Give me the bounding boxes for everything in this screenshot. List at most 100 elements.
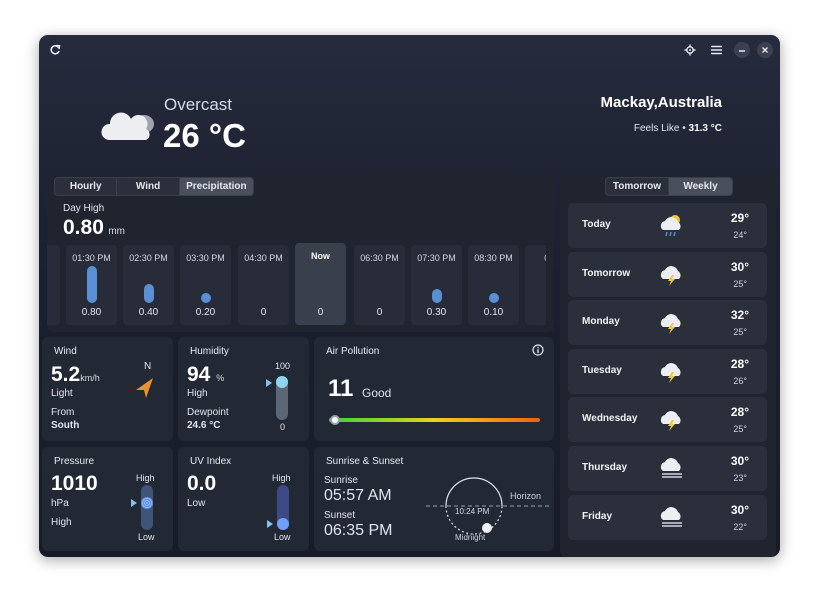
menu-button[interactable] <box>709 43 723 57</box>
location-name: Mackay,Australia <box>600 94 722 111</box>
forecast-tabs: Tomorrow Weekly <box>605 177 733 196</box>
forecast-high: 29° <box>730 211 749 225</box>
humidity-pointer-icon <box>266 379 272 387</box>
minimize-icon <box>739 50 745 52</box>
humidity-description: High <box>187 388 208 399</box>
hour-column: Now 0 <box>295 243 346 325</box>
hour-value: 0 <box>376 307 383 318</box>
wind-speed-unit: km/h <box>80 373 100 383</box>
dewpoint-value: 24.6 °C <box>187 420 221 431</box>
forecast-day-row[interactable]: Tuesday 28° 26° <box>568 349 767 394</box>
air-pollution-card: Air Pollution 11 Good <box>314 337 554 441</box>
forecast-day-name: Tomorrow <box>582 268 631 279</box>
uv-index-value: 0.0 <box>187 472 217 495</box>
precipitation-bar <box>86 266 97 303</box>
sunset-label: Sunset <box>324 510 356 521</box>
hour-column: 09: <box>525 245 546 325</box>
current-time-label: 10:24 PM <box>455 507 490 516</box>
hour-time: Now <box>311 251 330 261</box>
forecast-day-row[interactable]: Tomorrow 30° 25° <box>568 252 767 297</box>
feels-like-value: 31.3 °C <box>688 123 722 134</box>
pressure-gauge-knob <box>141 497 153 509</box>
tab-precipitation[interactable]: Precipitation <box>179 178 253 195</box>
forecast-day-name: Tuesday <box>582 365 622 376</box>
wind-title: Wind <box>54 346 77 357</box>
humidity-gauge-knob <box>276 376 288 388</box>
fog-cloud-icon <box>658 504 686 530</box>
humidity-number: 94 <box>187 363 211 386</box>
current-condition: Overcast <box>164 95 233 114</box>
forecast-day-row[interactable]: Friday 30° 22° <box>568 495 767 540</box>
pressure-unit: hPa <box>51 498 69 509</box>
forecast-day-row[interactable]: Monday 32° 25° <box>568 300 767 345</box>
forecast-day-name: Monday <box>582 316 620 327</box>
thunderstorm-icon <box>658 309 686 335</box>
uv-pointer-icon <box>267 520 273 528</box>
tab-hourly[interactable]: Hourly <box>55 178 118 195</box>
wind-speed-value: 5.2 <box>51 363 81 386</box>
current-temperature: 26 °C <box>163 117 246 154</box>
forecast-low: 25° <box>733 424 747 434</box>
tab-tomorrow[interactable]: Tomorrow <box>606 178 670 195</box>
thunderstorm-icon <box>658 261 686 287</box>
forecast-day-row[interactable]: Wednesday 28° 25° <box>568 397 767 442</box>
precipitation-bar <box>143 284 154 303</box>
wind-speed: 5.2km/h <box>51 363 100 387</box>
forecast-low: 22° <box>733 522 747 532</box>
hour-column: 04:30 PM 0 <box>238 245 289 325</box>
uv-scale-low: Low <box>274 532 291 542</box>
air-quality-indicator <box>330 415 340 425</box>
forecast-high: 28° <box>730 405 749 419</box>
forecast-low: 26° <box>733 376 747 386</box>
precipitation-bar <box>200 293 211 303</box>
thunderstorm-icon <box>658 406 686 432</box>
hour-column: 08:30 PM 0.10 <box>468 245 519 325</box>
tab-wind[interactable]: Wind <box>117 178 180 195</box>
hour-time: 07:30 PM <box>417 253 456 263</box>
cloud-icon <box>101 112 154 140</box>
hour-time: 04:30 PM <box>244 253 283 263</box>
hour-column: 06:30 PM 0 <box>354 245 405 325</box>
refresh-button[interactable] <box>48 43 62 57</box>
hour-column: 01:30 PM 0.80 <box>66 245 117 325</box>
info-icon[interactable] <box>532 344 544 356</box>
close-button[interactable] <box>757 42 773 58</box>
sun-title: Sunrise & Sunset <box>326 456 404 467</box>
humidity-scale-min: 0 <box>280 422 286 432</box>
forecast-high: 30° <box>730 260 749 274</box>
tab-weekly[interactable]: Weekly <box>669 178 732 195</box>
wind-from-label: From <box>51 407 75 418</box>
pressure-title: Pressure <box>54 456 95 467</box>
sun-position-marker <box>482 523 492 533</box>
hour-column: 07:30 PM 0.30 <box>411 245 462 325</box>
hour-value: 0.30 <box>426 307 447 318</box>
wind-direction: South <box>51 420 80 431</box>
humidity-scale-max: 100 <box>275 361 291 371</box>
forecast-high: 30° <box>730 503 749 517</box>
pressure-scale-high: High <box>136 473 155 483</box>
air-pollution-title: Air Pollution <box>326 346 380 357</box>
locate-button[interactable] <box>683 43 697 57</box>
weather-window: Overcast 26 °C Mackay,Australia Feels Li… <box>39 35 780 557</box>
forecast-high: 28° <box>730 357 749 371</box>
precipitation-bar <box>431 289 442 303</box>
humidity-value: 94 % <box>187 363 224 387</box>
forecast-low: 25° <box>733 327 747 337</box>
hour-value: 0.20 <box>195 307 216 318</box>
uv-gauge-knob <box>277 518 289 530</box>
compass-north-label: N <box>144 361 152 372</box>
humidity-unit: % <box>216 373 225 383</box>
forecast-day-row[interactable]: Thursday 30° 23° <box>568 446 767 491</box>
forecast-day-row[interactable]: Today 29° 24° <box>568 203 767 248</box>
hour-time: 02:30 PM <box>129 253 168 263</box>
sunset-time: 06:35 PM <box>324 522 393 539</box>
refresh-icon <box>50 44 61 55</box>
forecast-low: 23° <box>733 473 747 483</box>
forecast-day-name: Friday <box>582 511 613 522</box>
close-icon <box>762 47 768 53</box>
hour-value: 0 <box>317 307 324 318</box>
hour-column: 03:30 PM 0.20 <box>180 245 231 325</box>
minimize-button[interactable] <box>734 42 750 58</box>
hour-time: 03:30 PM <box>186 253 225 263</box>
hour-value: 0.10 <box>483 307 504 318</box>
